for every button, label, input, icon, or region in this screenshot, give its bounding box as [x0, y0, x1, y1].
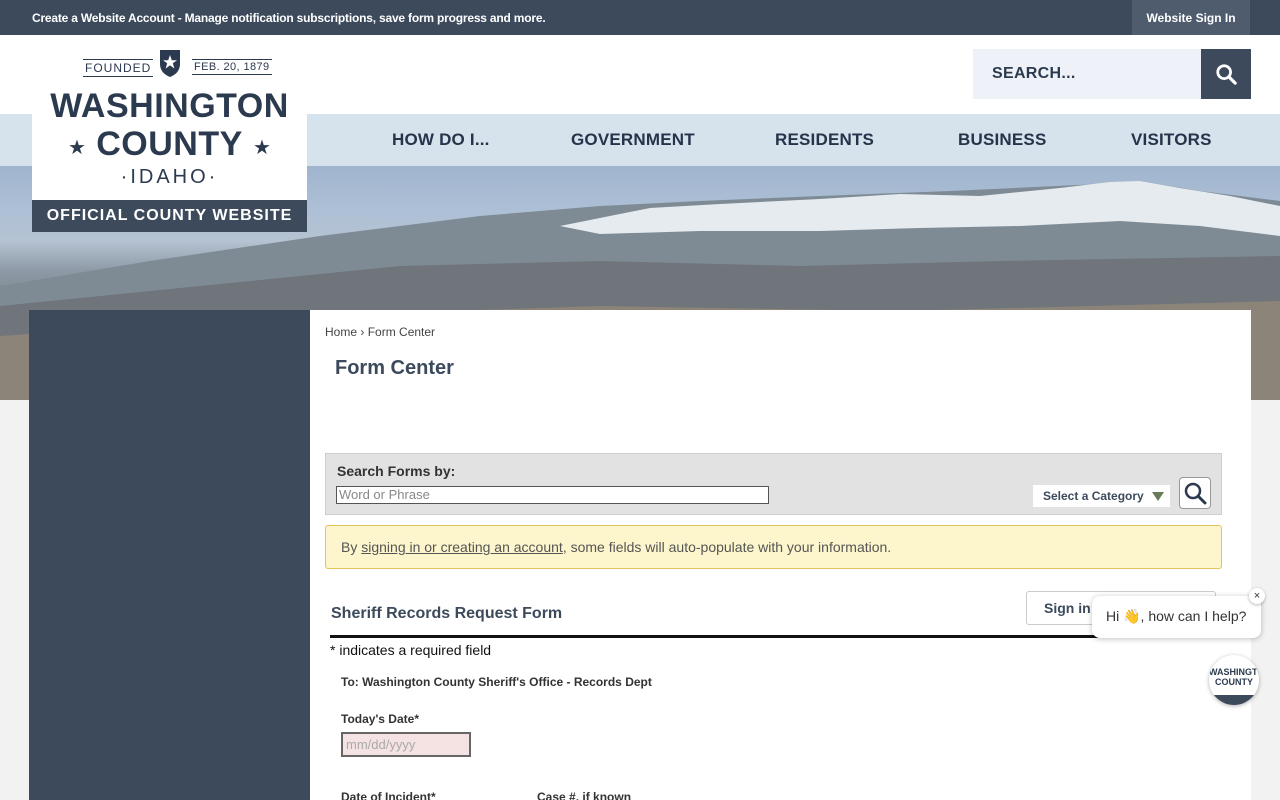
site-search-input[interactable]: SEARCH...: [973, 49, 1201, 99]
chat-bubble[interactable]: Hi 👋, how can I help?: [1092, 596, 1261, 638]
logo-tagline: OFFICIAL COUNTY WEBSITE: [32, 200, 307, 232]
logo-state: ·IDAHO·: [120, 166, 219, 188]
todays-date-label: Today's Date*: [341, 712, 419, 726]
case-number-label: Case #, if known: [537, 790, 632, 800]
notice-suffix: , some fields will auto-populate with yo…: [562, 539, 892, 555]
founded-date: FEB. 20, 1879: [192, 59, 272, 75]
search-forms-button[interactable]: [1179, 477, 1211, 509]
nav-how-do-i[interactable]: HOW DO I...: [392, 130, 490, 150]
shield-star-icon: [160, 50, 180, 77]
form-title: Sheriff Records Request Form: [331, 605, 563, 622]
signin-notice: By signing in or creating an account, so…: [325, 525, 1222, 569]
sidebar: [29, 310, 310, 800]
top-bar: Create a Website Account - Manage notifi…: [0, 0, 1280, 35]
triangle-down-icon: [1152, 492, 1164, 501]
county-logo[interactable]: FOUNDED FEB. 20, 1879 WASHINGTON ★ COUNT…: [32, 35, 307, 232]
breadcrumb-current[interactable]: Form Center: [368, 325, 435, 339]
nav-business[interactable]: BUSINESS: [958, 130, 1047, 150]
search-icon: [1216, 64, 1237, 85]
form-divider: [330, 635, 1220, 638]
chat-avatar-text: WASHINGTON COUNTY: [1209, 667, 1259, 687]
category-select[interactable]: Select a Category: [1033, 485, 1170, 507]
notice-prefix: By: [341, 539, 362, 555]
phrase-search-input[interactable]: Word or Phrase: [336, 486, 769, 504]
chat-avatar[interactable]: WASHINGTON COUNTY: [1209, 655, 1259, 705]
nav-residents[interactable]: RESIDENTS: [775, 130, 874, 150]
category-select-label: Select a Category: [1043, 489, 1144, 503]
main-content: Home › Form Center Form Center Search Fo…: [310, 310, 1251, 800]
breadcrumb: Home › Form Center: [325, 325, 435, 339]
site-search-button[interactable]: [1201, 49, 1251, 99]
founded-row: FOUNDED FEB. 20, 1879: [32, 48, 307, 78]
star-icon: ★: [253, 137, 271, 159]
website-signin-button[interactable]: Website Sign In: [1132, 0, 1250, 35]
nav-visitors[interactable]: VISITORS: [1131, 130, 1212, 150]
logo-line-washington: WASHINGTON: [50, 87, 289, 125]
nav-government[interactable]: GOVERNMENT: [571, 130, 695, 150]
incident-date-label: Date of Incident*: [341, 790, 436, 800]
chat-avatar-band: [1209, 695, 1259, 705]
page-title: Form Center: [335, 357, 454, 379]
breadcrumb-separator: ›: [360, 325, 365, 339]
create-account-message[interactable]: Create a Website Account - Manage notifi…: [32, 11, 546, 25]
required-field-note: * indicates a required field: [330, 642, 492, 658]
search-forms-label: Search Forms by:: [337, 463, 456, 479]
chat-close-icon[interactable]: ×: [1249, 588, 1265, 604]
form-recipient: To: Washington County Sheriff's Office -…: [341, 675, 652, 689]
magnifier-icon: [1184, 482, 1207, 505]
notice-signin-link[interactable]: signing in or creating an account: [361, 539, 563, 555]
search-forms-panel: Search Forms by: Word or Phrase Select a…: [325, 453, 1222, 515]
breadcrumb-home[interactable]: Home: [325, 325, 357, 339]
todays-date-input[interactable]: mm/dd/yyyy: [341, 732, 471, 757]
founded-label: FOUNDED: [83, 59, 154, 77]
